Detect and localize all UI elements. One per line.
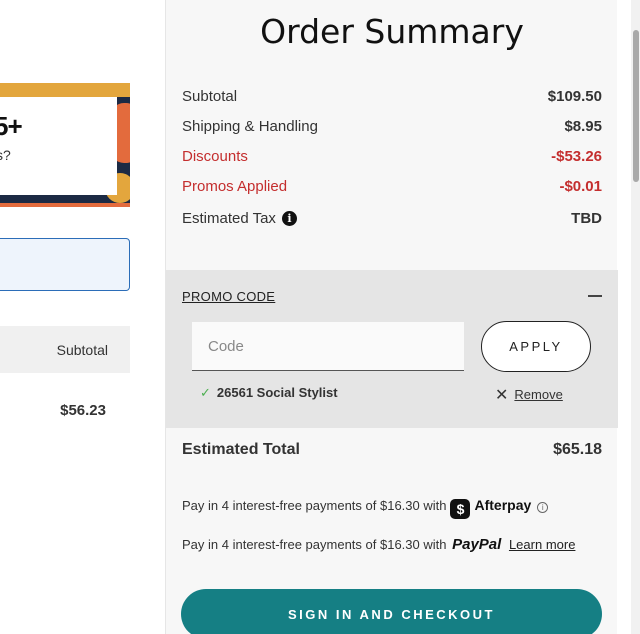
paypal-logo-icon: PayPal [452,536,502,553]
promos-applied-label: Promos Applied [182,178,288,195]
discounts-value: -$53.26 [551,148,602,165]
paypal-message: Pay in 4 interest-free payments of $16.3… [182,536,575,553]
afterpay-text: Pay in 4 interest-free payments of $16.3… [182,498,447,513]
afterpay-info-icon[interactable]: i [537,502,549,513]
promo-banner-text: 5+ s? [0,97,117,195]
applied-promo: ✓ 26561 Social Stylist [200,385,338,401]
afterpay-message: Pay in 4 interest-free payments of $16.3… [182,497,549,519]
cart-table-header: Subtotal [0,326,130,373]
subtotal-value: $109.50 [547,88,602,105]
remove-promo-button[interactable]: ✕ Remove [495,385,563,405]
estimated-tax-label: Estimated Tax i [182,210,297,227]
order-summary-panel: Order Summary Subtotal $109.50 Shipping … [165,0,618,634]
promos-applied-value: -$0.01 [559,178,602,195]
subtotal-label: Subtotal [182,88,238,105]
cart-item-subtotal: $56.23 [60,402,106,419]
page-title: Order Summary [260,12,524,51]
shipping-row: Shipping & Handling $8.95 [182,118,602,142]
apply-button[interactable]: APPLY [481,321,591,372]
paypal-text: Pay in 4 interest-free payments of $16.3… [182,537,447,552]
discounts-label: Discounts [182,148,248,165]
promo-banner-subtext: s? [0,147,11,163]
info-icon[interactable]: i [281,211,297,226]
shipping-label: Shipping & Handling [182,118,318,135]
estimated-tax-row: Estimated Tax i TBD [182,210,602,234]
applied-promo-code: 26561 Social Stylist [216,385,338,400]
promos-applied-row: Promos Applied -$0.01 [182,178,602,202]
promo-code-input[interactable] [192,322,464,371]
afterpay-brand: Afterpay [474,497,532,513]
estimated-total-row: Estimated Total $65.18 [182,441,602,459]
remove-promo-link[interactable]: Remove [514,387,562,402]
subtotal-row: Subtotal $109.50 [182,88,602,112]
collapse-minus-icon[interactable] [588,295,602,297]
shipping-value: $8.95 [564,118,602,135]
scrollbar-thumb[interactable] [633,30,639,182]
learn-more-link[interactable]: Learn more [509,537,575,552]
cart-column: 5+ s? Subtotal $56.23 [0,0,165,634]
cart-subtotal-header: Subtotal [56,342,108,358]
estimated-total-label: Estimated Total [182,441,300,458]
sign-in-checkout-button[interactable]: SIGN IN AND CHECKOUT [181,589,602,634]
estimated-tax-text: Estimated Tax [182,210,276,227]
cart-input-field[interactable] [0,238,130,291]
afterpay-logo-icon: $ [450,499,471,519]
estimated-tax-value: TBD [571,210,602,227]
discounts-row: Discounts -$53.26 [182,148,602,172]
promo-code-section: PROMO CODE APPLY ✓ 26561 Social Stylist ✕… [166,270,618,428]
close-icon: ✕ [495,387,509,404]
check-icon: ✓ [200,385,211,400]
promo-banner-headline: 5+ [0,111,23,141]
estimated-total-value: $65.18 [553,441,602,458]
promo-code-toggle[interactable]: PROMO CODE [182,289,275,304]
